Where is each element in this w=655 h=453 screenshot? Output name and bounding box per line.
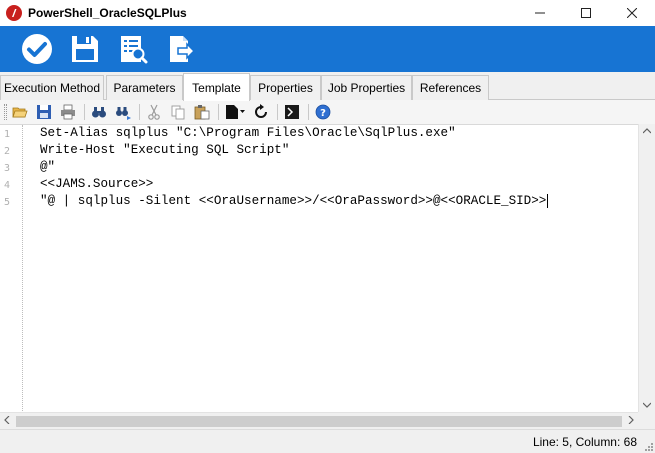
find-icon — [92, 107, 106, 118]
export-button[interactable] — [164, 32, 198, 66]
tab-parameters[interactable]: Parameters — [106, 75, 183, 100]
close-button[interactable] — [609, 0, 655, 26]
line-number-gutter: 1 2 3 4 5 — [0, 125, 23, 413]
toolbar-separator — [308, 104, 309, 120]
find-button[interactable] — [89, 102, 109, 122]
ribbon-toolbar — [0, 26, 655, 72]
scroll-down-icon[interactable] — [643, 402, 651, 408]
powershell-job-icon — [6, 5, 22, 21]
cursor-position: Line: 5, Column: 68 — [532, 435, 637, 449]
toolbar-separator — [277, 104, 278, 120]
powershell-icon — [285, 105, 299, 119]
editor-toolbar: ? — [0, 100, 655, 124]
scroll-up-icon[interactable] — [643, 128, 651, 134]
print-button[interactable] — [58, 102, 78, 122]
save-button[interactable] — [68, 32, 102, 66]
new-document-dropdown-icon — [226, 105, 245, 119]
minimize-icon — [535, 12, 545, 14]
scroll-right-icon[interactable] — [628, 416, 634, 424]
line-number: 1 — [4, 129, 11, 140]
tab-job-properties[interactable]: Job Properties — [321, 75, 412, 100]
vertical-scrollbar[interactable] — [638, 124, 655, 412]
copy-icon — [171, 105, 185, 120]
find-next-icon — [116, 107, 131, 120]
text-caret — [547, 193, 549, 208]
toolbar-separator — [139, 104, 140, 120]
new-document-dropdown[interactable] — [223, 102, 247, 122]
help-button[interactable]: ? — [313, 102, 333, 122]
toolbar-grip[interactable] — [4, 104, 7, 120]
save-icon — [37, 105, 51, 119]
help-icon: ? — [315, 104, 331, 120]
copy-button[interactable] — [168, 102, 188, 122]
print-icon — [61, 104, 75, 120]
submit-button[interactable] — [20, 32, 54, 66]
line-number: 4 — [4, 180, 11, 191]
open-button[interactable] — [10, 102, 30, 122]
open-folder-icon — [12, 107, 28, 118]
minimize-button[interactable] — [517, 0, 563, 26]
check-icon — [22, 34, 52, 64]
tab-execution-method[interactable]: Execution Method — [0, 75, 104, 100]
maximize-button[interactable] — [563, 0, 609, 26]
horizontal-scrollbar[interactable] — [0, 412, 638, 429]
window-controls — [517, 0, 655, 26]
svg-text:?: ? — [320, 108, 326, 119]
cut-button[interactable] — [144, 102, 164, 122]
export-icon — [170, 36, 196, 62]
toolbar-separator — [84, 104, 85, 120]
resize-grip-icon[interactable] — [643, 441, 653, 451]
code-editor[interactable]: 1 2 3 4 5 Set-Alias sqlplus "C:\Program … — [0, 124, 655, 413]
redo-button[interactable] — [251, 102, 271, 122]
maximize-icon — [581, 8, 591, 18]
paste-icon — [194, 105, 210, 120]
code-line[interactable]: Set-Alias sqlplus "C:\Program Files\Orac… — [40, 125, 456, 142]
powershell-button[interactable] — [282, 102, 302, 122]
code-line-current[interactable]: "@ | sqlplus -Silent <<OraUsername>>/<<O… — [40, 193, 549, 210]
window-title: PowerShell_OracleSQLPlus — [28, 6, 187, 20]
tab-references[interactable]: References — [412, 75, 489, 100]
line-number: 2 — [4, 146, 11, 157]
code-line[interactable]: @" — [40, 159, 55, 176]
line-number: 3 — [4, 163, 11, 174]
tab-properties[interactable]: Properties — [250, 75, 321, 100]
redo-icon — [255, 104, 267, 118]
status-bar: Line: 5, Column: 68 — [0, 429, 655, 453]
cut-icon — [148, 104, 160, 120]
toolbar-separator — [218, 104, 219, 120]
paste-button[interactable] — [192, 102, 212, 122]
validate-document-icon — [121, 36, 148, 64]
code-line[interactable]: Write-Host "Executing SQL Script" — [40, 142, 289, 159]
title-bar: PowerShell_OracleSQLPlus — [0, 0, 655, 26]
find-next-button[interactable] — [113, 102, 133, 122]
validate-button[interactable] — [116, 32, 150, 66]
horizontal-scroll-thumb[interactable] — [16, 416, 622, 427]
tab-bar: Execution Method Parameters Template Pro… — [0, 72, 655, 101]
save-icon — [72, 36, 98, 62]
save-file-button[interactable] — [34, 102, 54, 122]
code-line[interactable]: <<JAMS.Source>> — [40, 176, 153, 193]
scroll-left-icon[interactable] — [4, 416, 10, 424]
tab-template[interactable]: Template — [183, 73, 250, 101]
current-line-text: "@ | sqlplus -Silent <<OraUsername>>/<<O… — [40, 194, 547, 208]
scrollbar-corner — [638, 412, 655, 429]
line-number: 5 — [4, 197, 11, 208]
close-icon — [627, 8, 637, 18]
